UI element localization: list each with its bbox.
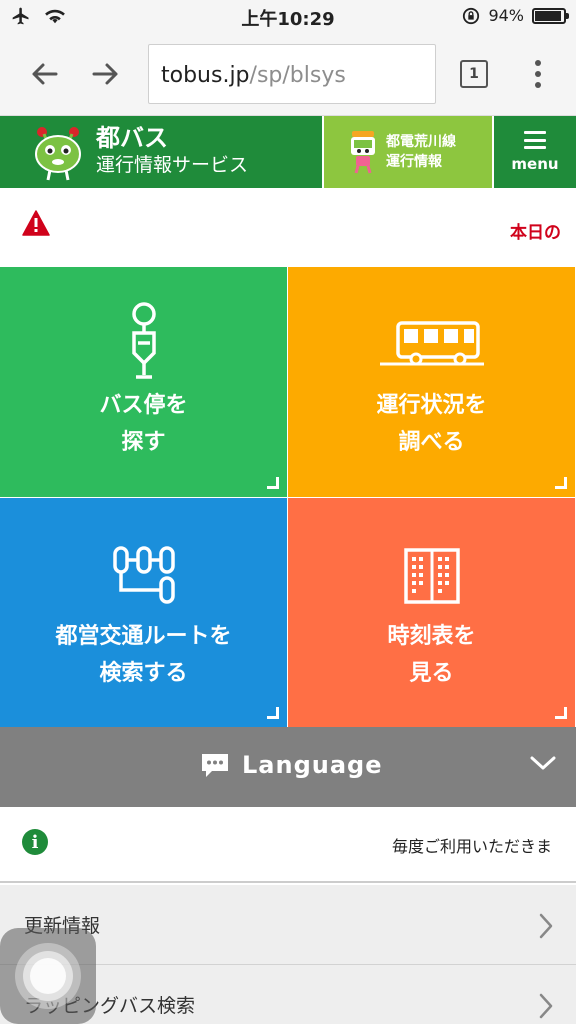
tile-label: バス停を 探す: [0, 387, 287, 461]
tile-timetable[interactable]: 時刻表を 見る: [288, 498, 575, 727]
arrow-left-icon: [32, 63, 58, 85]
mascot-icon: [35, 127, 81, 181]
assistive-touch-button[interactable]: [0, 928, 96, 1024]
chevron-right-icon: [539, 993, 553, 1019]
tile-label: 時刻表を 見る: [288, 618, 575, 692]
tile-search-bus-stop[interactable]: バス停を 探す: [0, 267, 287, 497]
tile-label: 運行状況を 調べる: [288, 387, 575, 461]
info-text: 毎度ご利用いただきま: [392, 837, 553, 856]
dot-icon: [535, 60, 541, 66]
toden-info-button[interactable]: 都電荒川線 運行情報: [322, 116, 492, 188]
mascot-logo[interactable]: [28, 122, 88, 182]
bus-stop-icon: [131, 302, 156, 379]
tile-operation-status[interactable]: 運行状況を 調べる: [288, 267, 575, 497]
site-header: 都バス 運行情報サービス 都電荒川線 運行情報 menu: [0, 116, 576, 188]
site-title[interactable]: 都バス 運行情報サービス: [96, 124, 248, 178]
back-button[interactable]: [22, 52, 66, 96]
toden-label-line1: 都電荒川線: [386, 134, 456, 150]
site-title-sub: 運行情報サービス: [96, 154, 249, 176]
alert-banner[interactable]: 本日の: [0, 188, 576, 266]
toden-label: 都電荒川線 運行情報: [386, 132, 456, 172]
site-title-main: 都バス: [96, 124, 168, 152]
info-icon: i: [22, 829, 48, 855]
warning-icon: [22, 210, 50, 236]
chevron-down-icon: [530, 756, 556, 770]
menu-label: menu: [511, 155, 559, 173]
dot-icon: [535, 82, 541, 88]
forward-button[interactable]: [84, 52, 128, 96]
corner-arrow-icon: [267, 707, 279, 719]
url-bar[interactable]: tobus.jp/sp/blsys: [148, 44, 436, 104]
language-label: Language: [242, 751, 383, 779]
tile-label-line2: 調べる: [398, 430, 465, 455]
corner-arrow-icon: [555, 477, 567, 489]
bus-icon: [379, 321, 484, 366]
browser-toolbar: tobus.jp/sp/blsys 1: [0, 34, 576, 116]
url-host: tobus.jp: [161, 63, 250, 88]
info-banner[interactable]: i 毎度ご利用いただきま: [0, 807, 576, 883]
status-bar: 上午10:29 94%: [0, 0, 576, 34]
dot-icon: [535, 71, 541, 77]
tab-switcher-button[interactable]: 1: [460, 60, 488, 88]
corner-arrow-icon: [267, 477, 279, 489]
url-path: /sp/blsys: [249, 63, 346, 88]
battery-fill: [535, 10, 562, 21]
tile-label-line1: 運行状況を: [376, 393, 487, 418]
battery-icon: [532, 7, 569, 24]
chevron-right-icon: [539, 913, 553, 939]
toden-label-line2: 運行情報: [386, 154, 442, 170]
corner-arrow-icon: [555, 707, 567, 719]
status-right: 94%: [462, 6, 569, 25]
tile-label-line1: 都営交通ルートを: [55, 624, 232, 649]
arrow-right-icon: [92, 63, 118, 85]
tile-label-line1: 時刻表を: [387, 624, 476, 649]
language-selector[interactable]: Language: [0, 727, 576, 807]
hamburger-icon: [524, 131, 546, 149]
speech-bubble-icon: [202, 754, 228, 777]
route-icon: [112, 546, 175, 604]
tile-label-line2: 探す: [121, 430, 166, 455]
orientation-lock-icon: [463, 7, 480, 24]
alert-text: 本日の: [510, 223, 561, 243]
timetable-icon: [403, 548, 460, 604]
menu-button[interactable]: menu: [492, 116, 576, 188]
more-options-button[interactable]: [526, 56, 550, 92]
battery-percent: 94%: [488, 6, 524, 25]
tile-route-search[interactable]: 都営交通ルートを 検索する: [0, 498, 287, 727]
tile-label-line2: 見る: [409, 661, 454, 686]
tile-label-line2: 検索する: [99, 661, 188, 686]
tram-mascot-icon: [351, 131, 375, 174]
tile-label: 都営交通ルートを 検索する: [0, 618, 287, 692]
tile-label-line1: バス停を: [99, 393, 188, 418]
